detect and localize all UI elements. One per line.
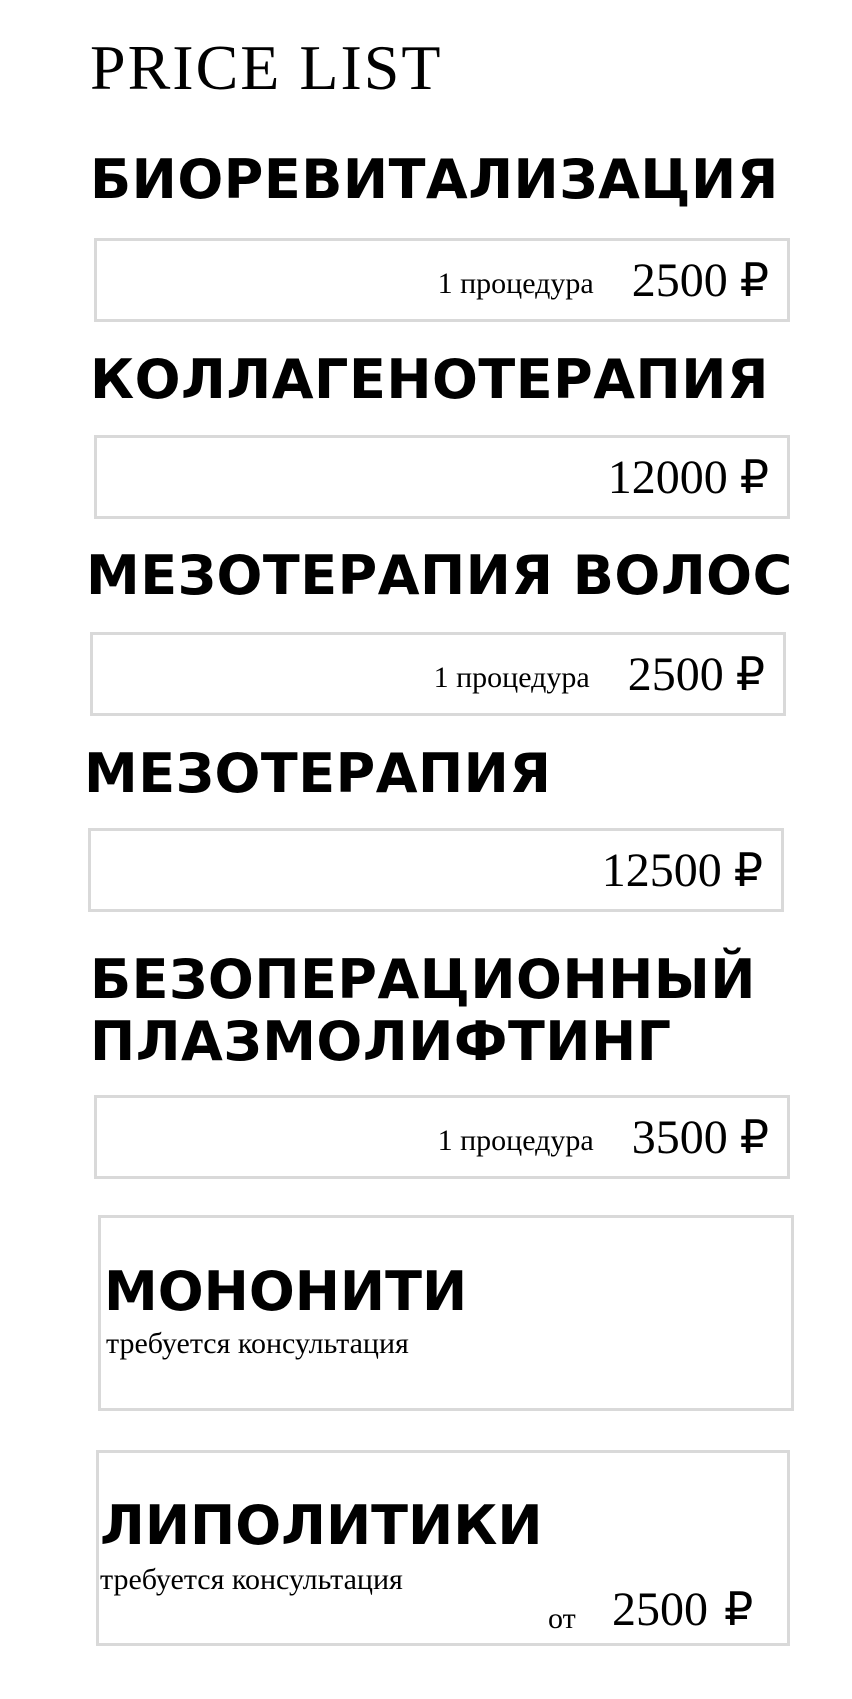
- unit-label: 1 процедура: [437, 1124, 594, 1157]
- section-heading-biorevitalization: БИОРЕВИТАЛИЗАЦИЯ: [90, 148, 779, 211]
- ruble-icon: ₽: [739, 253, 769, 307]
- ruble-icon: ₽: [735, 647, 765, 701]
- ruble-icon: ₽: [739, 1110, 769, 1164]
- card-note-lipolytics: требуется консультация: [100, 1563, 403, 1596]
- section-heading-hair-mesotherapy: МЕЗОТЕРАПИЯ ВОЛОС: [86, 544, 793, 607]
- section-heading-plasmolifting-line2: ПЛАЗМОЛИФТИНГ: [90, 1010, 672, 1073]
- price-value: 2500: [631, 253, 728, 307]
- page-title: PRICE LIST: [90, 32, 443, 103]
- card-note-mononiti: требуется консультация: [106, 1327, 409, 1360]
- price-value: 12500: [601, 843, 722, 897]
- section-heading-collagenotherapy: КОЛЛАГЕНОТЕРАПИЯ: [90, 348, 769, 411]
- price-box-biorevitalization: 1 процедура 2500 ₽: [94, 238, 790, 322]
- unit-label: 1 процедура: [437, 267, 594, 300]
- price-box-mesotherapy: 12500 ₽: [88, 828, 784, 912]
- unit-label: 1 процедура: [433, 661, 590, 694]
- price-value: 3500: [631, 1110, 728, 1164]
- card-title-lipolytics: ЛИПОЛИТИКИ: [100, 1494, 543, 1557]
- section-heading-mesotherapy: МЕЗОТЕРАПИЯ: [84, 742, 552, 805]
- card-title-mononiti: МОНОНИТИ: [104, 1260, 468, 1323]
- ruble-icon: ₽: [739, 450, 769, 504]
- price-box-hair-mesotherapy: 1 процедура 2500 ₽: [90, 632, 786, 716]
- section-heading-plasmolifting-line1: БЕЗОПЕРАЦИОННЫЙ: [90, 948, 756, 1011]
- price-box-plasmolifting: 1 процедура 3500 ₽: [94, 1095, 790, 1179]
- price-box-collagenotherapy: 12000 ₽: [94, 435, 790, 519]
- price-value: 2500: [627, 647, 724, 701]
- from-label: от: [548, 1602, 576, 1635]
- price-value: 12000: [607, 450, 728, 504]
- price-lipolytics: 2500 ₽: [612, 1582, 753, 1637]
- ruble-icon: ₽: [733, 843, 763, 897]
- ruble-icon: ₽: [724, 1582, 754, 1636]
- price-value: 2500: [612, 1583, 708, 1636]
